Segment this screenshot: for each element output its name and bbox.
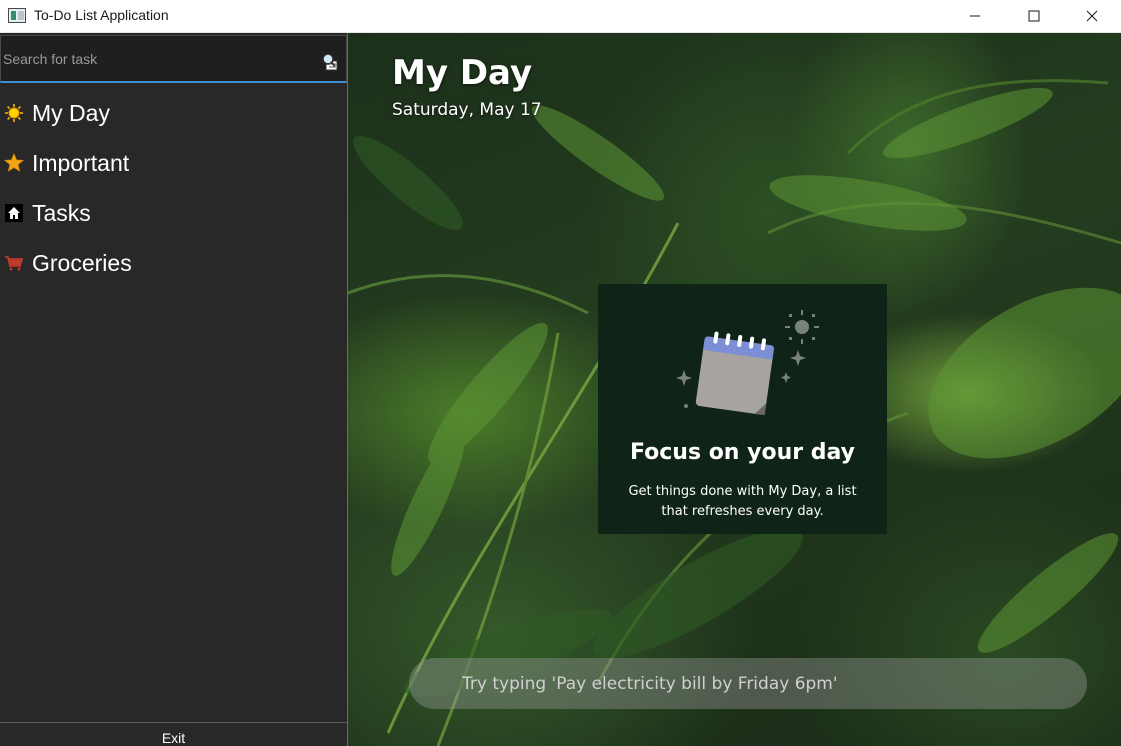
- maximize-icon: [1028, 10, 1040, 22]
- home-icon: [4, 203, 24, 223]
- nav-list: My Day Important Tasks Groceries: [0, 88, 347, 288]
- page-title: My Day: [392, 53, 533, 93]
- search-box: [0, 35, 347, 83]
- star-icon: [4, 153, 24, 173]
- sidebar-item-label: Groceries: [32, 249, 132, 276]
- maximize-button[interactable]: [1011, 0, 1057, 32]
- sidebar-item-important[interactable]: Important: [0, 138, 347, 188]
- focus-description: Get things done with My Day, a list that…: [628, 484, 857, 519]
- sidebar-item-label: Tasks: [32, 199, 91, 226]
- add-task-input[interactable]: [462, 673, 1042, 694]
- search-icon[interactable]: [320, 52, 340, 72]
- sidebar-item-groceries[interactable]: Groceries: [0, 238, 347, 288]
- exit-area: Exit: [0, 722, 347, 746]
- exit-button[interactable]: Exit: [162, 730, 185, 746]
- page-date: Saturday, May 17: [392, 100, 542, 120]
- calendar-icon: [676, 310, 819, 416]
- add-task-bar: [409, 658, 1087, 709]
- sidebar-item-my-day[interactable]: My Day: [0, 88, 347, 138]
- cart-icon: [4, 253, 24, 273]
- sidebar-item-label: My Day: [32, 99, 110, 126]
- sidebar-item-label: Important: [32, 149, 130, 176]
- app-icon: [8, 8, 26, 23]
- sidebar: My Day Important Tasks: [0, 33, 348, 746]
- window-title: To-Do List Application: [34, 7, 169, 23]
- sun-icon: [4, 103, 24, 123]
- focus-card: Focus on your day Get things done with M…: [598, 284, 887, 534]
- sidebar-item-tasks[interactable]: Tasks: [0, 188, 347, 238]
- close-icon: [1086, 10, 1098, 22]
- minimize-icon: [970, 15, 980, 17]
- minimize-button[interactable]: [952, 0, 998, 32]
- search-input[interactable]: [3, 46, 303, 72]
- close-button[interactable]: [1069, 0, 1115, 32]
- focus-title: Focus on your day: [629, 440, 856, 465]
- main-panel: My Day Saturday, May 17 Focus on your da…: [348, 33, 1121, 746]
- title-bar: To-Do List Application: [0, 0, 1121, 33]
